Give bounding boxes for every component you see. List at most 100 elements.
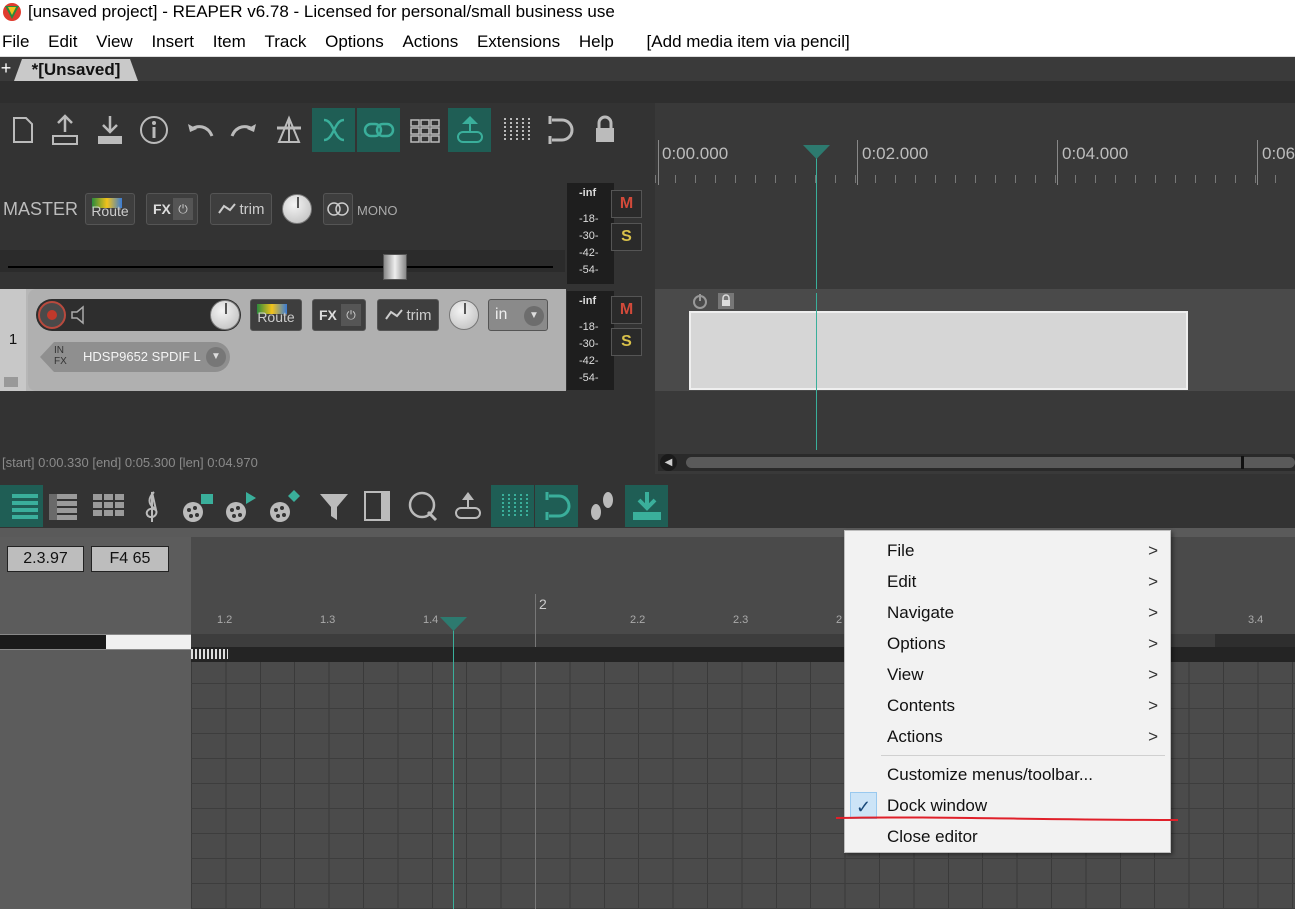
menu-item-view[interactable]: View > — [845, 659, 1170, 690]
master-volume-fader[interactable] — [383, 254, 407, 280]
menu-edit[interactable]: Edit — [48, 26, 77, 57]
note-display[interactable]: F4 65 — [91, 546, 169, 572]
grid-button[interactable] — [403, 108, 446, 152]
folder-icon[interactable] — [4, 377, 18, 387]
menu-insert[interactable]: Insert — [151, 26, 194, 57]
meter-tick: -30- — [579, 338, 599, 350]
input-mode-label: in — [495, 306, 508, 323]
fx-bypass-icon[interactable]: ⏻ — [173, 198, 193, 220]
color-velocity-button[interactable] — [218, 485, 261, 527]
menu-item-label: Options — [887, 634, 946, 653]
input-select[interactable]: IN FX HDSP9652 SPDIF L ▼ — [40, 342, 230, 372]
grid-lines-button[interactable] — [493, 108, 536, 152]
menu-item-options[interactable]: Options > — [845, 628, 1170, 659]
notation-button[interactable] — [130, 485, 173, 527]
drum-grid-button[interactable] — [86, 485, 129, 527]
item-grouping-button[interactable] — [357, 108, 400, 152]
midi-item[interactable] — [689, 311, 1188, 390]
master-route-button[interactable]: Route — [85, 193, 135, 225]
midi-playhead-icon[interactable] — [440, 617, 467, 631]
menu-item-edit[interactable]: Edit > — [845, 566, 1170, 597]
playhead-marker-icon[interactable] — [803, 145, 830, 159]
project-tab[interactable]: *[Unsaved] — [14, 59, 138, 81]
ripple-edit-button[interactable] — [312, 108, 355, 152]
black-key[interactable] — [0, 635, 106, 649]
master-meter: -inf -18- -30- -42- -54- — [567, 183, 614, 284]
menu-actions[interactable]: Actions — [402, 26, 458, 57]
menu-item-close-editor[interactable]: Close editor — [845, 821, 1170, 852]
menu-options[interactable]: Options — [325, 26, 384, 57]
meter-peak: -inf — [579, 187, 597, 199]
master-trim-button[interactable]: trim — [210, 193, 272, 225]
item-lock-icon[interactable] — [717, 292, 735, 310]
menu-item-actions[interactable]: Actions > — [845, 721, 1170, 752]
loop-button[interactable] — [538, 108, 581, 152]
menu-item-customize[interactable]: Customize menus/toolbar... — [845, 759, 1170, 790]
menu-help[interactable]: Help — [579, 26, 614, 57]
snap-icon — [456, 116, 483, 143]
horizontal-scrollbar[interactable]: ◀ — [658, 454, 1295, 471]
record-arm-button[interactable] — [38, 301, 66, 329]
input-monitor-select[interactable]: in ▼ — [488, 299, 548, 331]
midi-grid-button[interactable] — [491, 485, 534, 527]
track-pan-knob[interactable] — [449, 300, 479, 330]
chevron-right-icon: > — [1148, 696, 1158, 715]
redo-button[interactable] — [222, 108, 265, 152]
menu-item-label: Contents — [887, 696, 956, 715]
track-volume-knob[interactable] — [210, 300, 240, 330]
menu-item-contents[interactable]: Contents > — [845, 690, 1170, 721]
position-display[interactable]: 2.3.97 — [7, 546, 84, 572]
project-info-button[interactable] — [132, 108, 175, 152]
mono-button[interactable] — [323, 193, 353, 225]
filter-button[interactable] — [312, 485, 355, 527]
track-route-button[interactable]: Route — [250, 299, 302, 331]
step-input-button[interactable] — [580, 485, 623, 527]
midi-snap-button[interactable] — [535, 485, 578, 527]
master-solo-button[interactable]: S — [611, 223, 642, 251]
chevron-right-icon: > — [1148, 603, 1158, 622]
menu-view[interactable]: View — [96, 26, 133, 57]
named-notes-button[interactable] — [41, 485, 84, 527]
track-trim-button[interactable]: trim — [377, 299, 439, 331]
inline-editor-button[interactable] — [355, 485, 398, 527]
menu-extensions[interactable]: Extensions — [477, 26, 560, 57]
fx-bypass-icon[interactable]: ⏻ — [341, 304, 361, 326]
menu-item[interactable]: Item — [213, 26, 246, 57]
item-power-icon[interactable] — [691, 292, 709, 310]
menu-item-file[interactable]: File > — [845, 535, 1170, 566]
speaker-icon[interactable] — [70, 305, 92, 325]
color-pitch-button[interactable] — [175, 485, 218, 527]
scroll-left-icon[interactable]: ◀ — [660, 454, 677, 471]
track-fx-button[interactable]: FX ⏻ — [312, 299, 366, 331]
new-project-button[interactable] — [0, 108, 43, 152]
piano-roll-button[interactable] — [0, 485, 43, 527]
snap-button[interactable] — [448, 108, 491, 152]
redo-icon — [230, 124, 256, 137]
mute-link-button[interactable] — [446, 485, 489, 527]
color-channel-button[interactable] — [262, 485, 305, 527]
track-mute-button[interactable]: M — [611, 296, 642, 324]
scroll-thumb[interactable] — [686, 457, 1295, 468]
menu-item-navigate[interactable]: Navigate > — [845, 597, 1170, 628]
metronome-button[interactable] — [267, 108, 310, 152]
menu-track[interactable]: Track — [265, 26, 307, 57]
track-meter: -inf -18- -30- -42- -54- — [567, 291, 614, 390]
master-mute-button[interactable]: M — [611, 190, 642, 218]
meter-tick: -42- — [579, 247, 599, 259]
lock-button[interactable] — [583, 108, 626, 152]
measure-line — [535, 594, 536, 909]
dock-button[interactable] — [625, 485, 668, 527]
quantize-button[interactable] — [400, 485, 443, 527]
menu-file[interactable]: File — [2, 26, 29, 57]
master-fx-button[interactable]: FX ⏻ — [146, 193, 198, 225]
master-volume-track[interactable] — [0, 250, 565, 272]
open-project-button[interactable] — [43, 108, 86, 152]
undo-button[interactable] — [178, 108, 221, 152]
piano-keys[interactable] — [0, 634, 191, 650]
track-1[interactable]: 1 Route FX ⏻ trim in ▼ IN FX HDSP9652 SP… — [0, 289, 566, 391]
master-pan-knob[interactable] — [282, 194, 312, 224]
save-project-button[interactable] — [88, 108, 131, 152]
new-tab-button[interactable]: + — [0, 57, 12, 81]
timeline-ruler[interactable]: 0:00.000 0:02.000 0:04.000 0:06 — [655, 135, 1295, 185]
track-solo-button[interactable]: S — [611, 328, 642, 356]
